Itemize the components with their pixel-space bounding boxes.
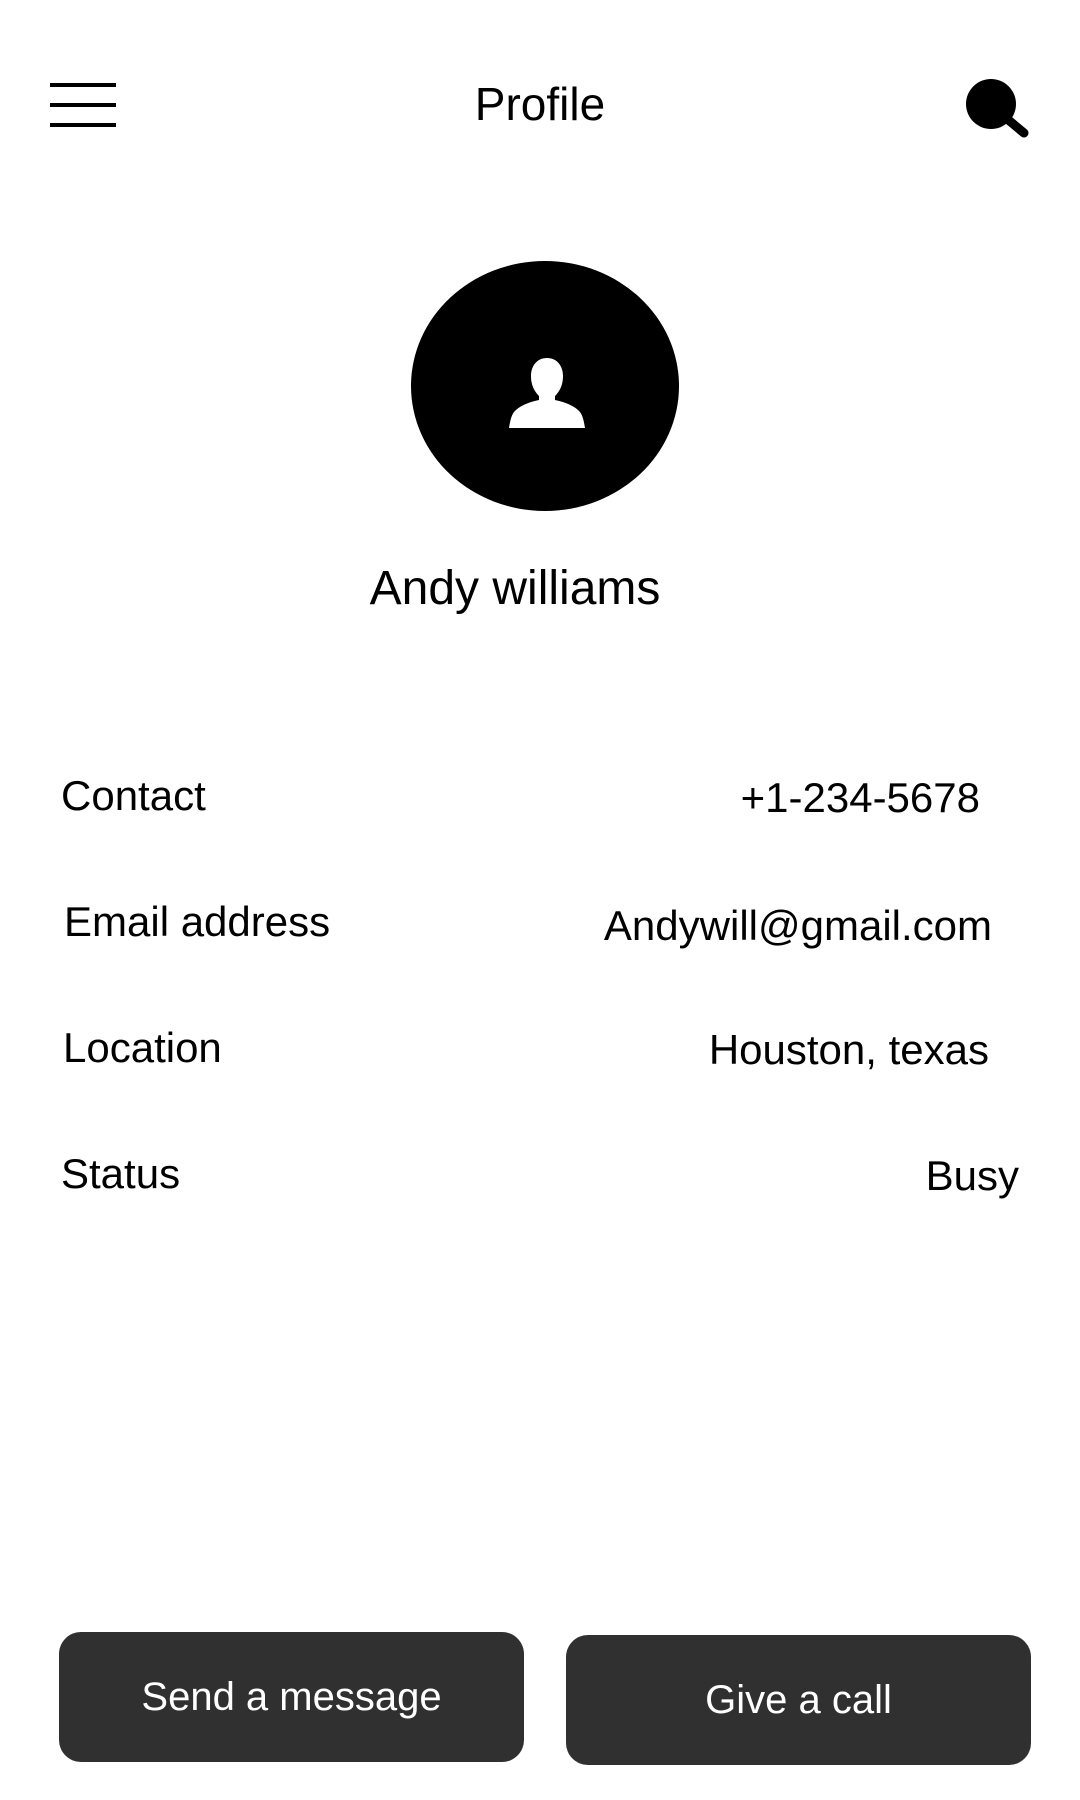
person-icon (509, 358, 585, 428)
status-label: Status (61, 1150, 181, 1197)
send-message-button[interactable]: Send a message (59, 1632, 524, 1762)
location-value: Houston, texas (708, 1026, 989, 1073)
profile-name: Andy williams (369, 562, 661, 615)
contact-label: Contact (61, 772, 206, 819)
avatar (411, 261, 679, 511)
status-value: Busy (925, 1152, 1019, 1199)
location-label: Location (63, 1024, 222, 1071)
contact-value: +1-234-5678 (740, 774, 980, 821)
email-value: Andywill@gmail.com (603, 902, 992, 949)
search-icon[interactable] (964, 78, 1030, 138)
email-label: Email address (64, 898, 331, 945)
give-call-button[interactable]: Give a call (566, 1635, 1031, 1765)
page-title: Profile (474, 78, 606, 130)
